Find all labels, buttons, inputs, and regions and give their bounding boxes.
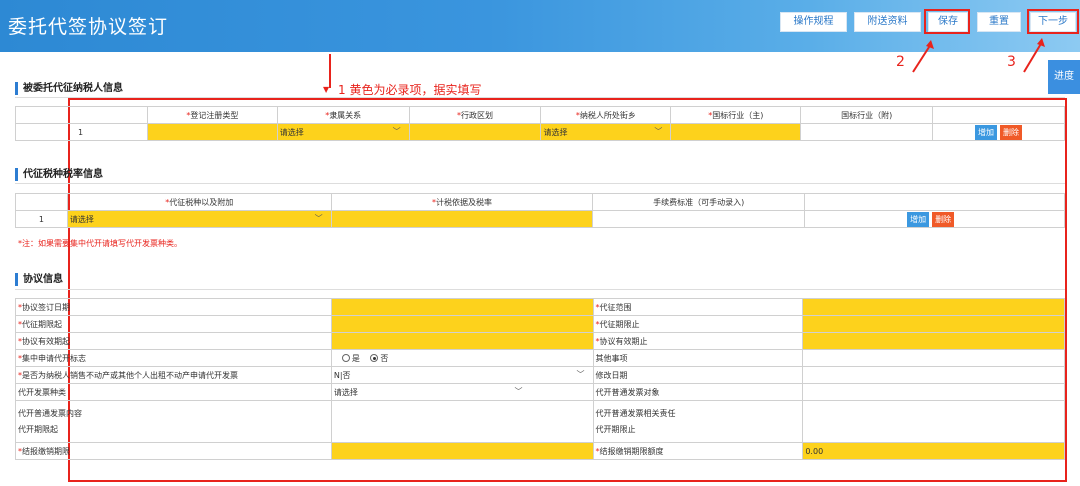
annotation-arrow-1 [329,54,331,88]
col-header: *登记注册类型 [146,106,278,124]
tax-table: *代征税种以及附加 *计税依据及税率 手续费标准（可手动录入) 1 请选择 ﹀ 增… [15,193,1065,228]
street-select[interactable]: 请选择 ﹀ [540,123,672,141]
tax-section-title: 代征税种税率信息 [15,168,103,181]
next-highlight [1027,9,1079,34]
period-end-input[interactable] [802,315,1065,333]
annotation-arrow-3 [1023,38,1045,73]
field-label: 修改日期 [592,366,804,384]
tax-type-select[interactable]: 请选择 ﹀ [66,210,332,228]
annotation-3: 3 [1007,54,1016,70]
col-header: *行政区划 [408,106,542,124]
industry-main-input[interactable] [670,123,802,141]
registration-type-input[interactable] [146,123,278,141]
sign-date-input[interactable] [330,298,594,316]
page-title: 委托代签协议签订 [8,16,169,38]
add-button[interactable]: 增加 [907,211,930,227]
table-row: *是否为纳税人销售不动产或其他个人出租不动产申请代开发票 N|否 ﹀ 修改日期 [15,366,1065,384]
col-header: 国标行业（附) [800,106,934,124]
table-row: 1 请选择 ﹀ 增加 删除 [15,210,1065,228]
general-obj-input[interactable] [802,383,1065,401]
table-row: 1 请选择 ﹀ 请选择 ﹀ 增加 删除 [15,123,1065,141]
col-header: *代征税种以及附加 [66,193,332,211]
field-label: *结报缴销期限额度 [592,442,804,460]
field-label: *代征期限止 [592,315,804,333]
field-label: 代开普通发票对象 [592,383,804,401]
resale-select[interactable]: N|否 ﹀ [330,366,594,384]
valid-start-input[interactable] [330,332,594,350]
general-resp-input[interactable] [802,400,1065,443]
table-row: *代征期限起 *代征期限止 [15,315,1065,333]
other-input[interactable] [802,349,1065,367]
save-highlight [924,9,970,34]
rules-button[interactable]: 操作规程 [780,12,847,32]
attachments-button[interactable]: 附送资料 [854,12,921,32]
col-header: *隶属关系 [276,106,410,124]
col-header: *纳税人所处街乡 [540,106,672,124]
section-divider [15,183,1065,184]
affiliation-select[interactable]: 请选择 ﹀ [276,123,410,141]
field-label: *代征期限起 [15,315,332,333]
modify-date-value [802,366,1065,384]
radio-no[interactable] [370,354,379,362]
chevron-down-icon: ﹀ [576,370,585,379]
section-divider [15,97,1065,98]
settle-amount-input[interactable]: 0.00 [802,442,1065,460]
table-row: *协议有效期起 *协议有效期止 [15,332,1065,350]
row-index: 1 [15,123,148,141]
delete-button[interactable]: 删除 [932,211,955,227]
scope-input[interactable] [802,298,1065,316]
section-divider [15,289,1065,290]
period-start-input[interactable] [330,315,594,333]
field-label: *是否为纳税人销售不动产或其他个人出租不动产申请代开发票 [15,366,332,384]
table-row: *结报缴销期限 *结报缴销期限额度 0.00 [15,442,1065,460]
chevron-down-icon: ﹀ [314,214,323,223]
field-label: *协议有效期止 [592,332,804,350]
annotation-arrow-2 [912,40,934,73]
table-row: 代开普通发票内容 代开期限起 代开普通发票相关责任 代开期限止 [15,400,1065,443]
field-label: *结报缴销期限 [15,442,332,460]
chevron-down-icon: ﹀ [514,387,523,396]
tax-note: *注：如果需要集中代开请填写代开发票种类。 [18,239,182,248]
arrow-head-1: ▼ [323,85,330,94]
annotation-1: 1 黄色为必录项，据实填写 [338,83,482,97]
table-header-row: *代征税种以及附加 *计税依据及税率 手续费标准（可手动录入) [15,193,1065,211]
col-header: *国标行业（主) [670,106,802,124]
chevron-down-icon: ﹀ [654,127,663,136]
tax-basis-input[interactable] [330,210,594,228]
col-header: *计税依据及税率 [330,193,594,211]
agreement-table: *协议签订日期 *代征范围 *代征期限起 *代征期限止 *协议有效期起 *协议有… [15,298,1065,460]
central-flag-radios: 是 否 [330,349,594,367]
field-label: 代开普通发票相关责任 代开期限止 [592,400,804,443]
row-index: 1 [15,210,68,228]
general-content-input[interactable] [330,400,594,443]
taxpayer-section-title: 被委托代征纳税人信息 [15,82,123,95]
field-label: *代征范围 [592,298,804,316]
table-row: *协议签订日期 *代征范围 [15,298,1065,316]
table-row: 代开发票种类 请选择 ﹀ 代开普通发票对象 [15,383,1065,401]
table-header-row: *登记注册类型 *隶属关系 *行政区划 *纳税人所处街乡 *国标行业（主) 国标… [15,106,1065,124]
field-label: 代开发票种类 [15,383,332,401]
col-header: 手续费标准（可手动录入) [592,193,806,211]
field-label: *集中申请代开标志 [15,349,332,367]
field-label: 代开普通发票内容 代开期限起 [15,400,332,443]
field-label: *协议签订日期 [15,298,332,316]
add-button[interactable]: 增加 [975,124,998,140]
industry-sub-input[interactable] [800,123,934,141]
taxpayer-table: *登记注册类型 *隶属关系 *行政区划 *纳税人所处街乡 *国标行业（主) 国标… [15,106,1065,141]
field-label: 其他事项 [592,349,804,367]
admin-region-input[interactable] [408,123,542,141]
fee-standard-input[interactable] [592,210,806,228]
radio-yes[interactable] [341,354,350,362]
settle-limit-input[interactable] [330,442,594,460]
table-row: *集中申请代开标志 是 否 其他事项 [15,349,1065,367]
annotation-2: 2 [896,54,905,70]
invoice-type-select[interactable]: 请选择 ﹀ [330,383,594,401]
reset-button[interactable]: 重置 [977,12,1021,32]
valid-end-input[interactable] [802,332,1065,350]
agreement-section-title: 协议信息 [15,273,63,286]
field-label: *协议有效期起 [15,332,332,350]
progress-button[interactable]: 进度 [1048,60,1080,94]
chevron-down-icon: ﹀ [392,127,401,136]
delete-button[interactable]: 删除 [1000,124,1023,140]
